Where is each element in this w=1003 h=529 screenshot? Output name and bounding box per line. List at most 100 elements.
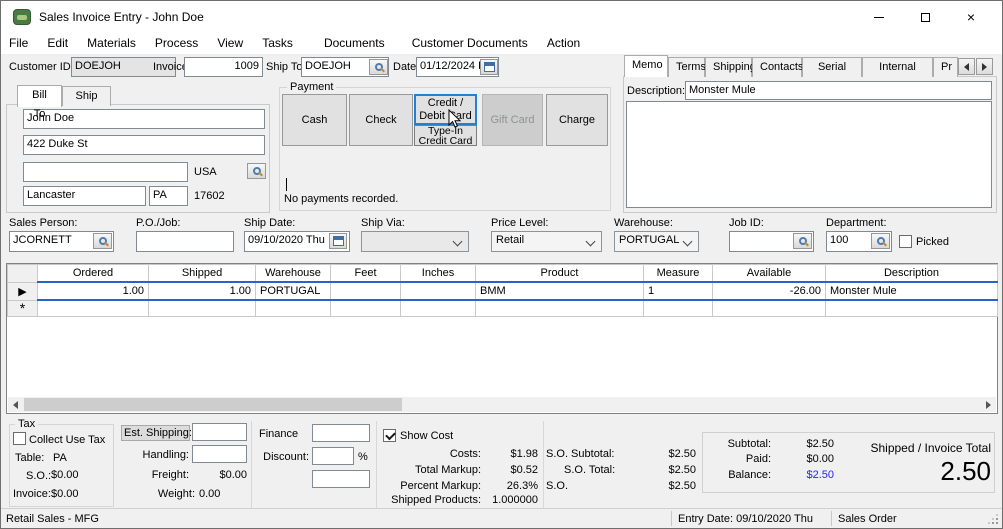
col-header-product[interactable]: Product xyxy=(475,264,644,283)
col-header-ordered[interactable]: Ordered xyxy=(37,264,149,283)
maximize-icon xyxy=(920,12,930,22)
picked-checkbox[interactable] xyxy=(899,235,912,248)
paid-label: Paid: xyxy=(745,453,771,465)
new-cell[interactable] xyxy=(643,299,713,317)
cash-button[interactable]: Cash xyxy=(282,94,347,146)
col-header-available[interactable]: Available xyxy=(712,264,826,283)
ship-to-search-button[interactable] xyxy=(369,59,388,75)
tab-scroll-right-button[interactable] xyxy=(976,58,993,75)
menu-action[interactable]: Action xyxy=(539,33,588,54)
row-selector-arrow[interactable]: ▶ xyxy=(7,281,38,301)
menu-customer-documents[interactable]: Customer Documents xyxy=(404,33,536,54)
tab-ship-to[interactable]: Ship To xyxy=(62,86,111,121)
menu-view[interactable]: View xyxy=(209,33,251,54)
grid-new-row[interactable]: * xyxy=(7,299,998,317)
po-job-field[interactable] xyxy=(136,231,234,252)
col-header-measure[interactable]: Measure xyxy=(643,264,713,283)
menu-tasks[interactable]: Tasks xyxy=(254,33,301,54)
col-header-shipped[interactable]: Shipped xyxy=(148,264,256,283)
cell-measure[interactable]: 1 xyxy=(643,281,713,301)
finance-field[interactable] xyxy=(312,424,370,442)
city-field[interactable]: Lancaster xyxy=(23,186,146,206)
cell-ordered[interactable]: 1.00 xyxy=(37,281,149,301)
new-cell[interactable] xyxy=(37,299,149,317)
handling-field[interactable] xyxy=(192,445,247,463)
finance-extra-field[interactable] xyxy=(312,470,370,488)
maximize-button[interactable] xyxy=(902,1,948,33)
ship-date-calendar-button[interactable] xyxy=(329,233,347,249)
collect-use-tax-checkbox[interactable] xyxy=(13,432,26,445)
gift-card-button[interactable]: Gift Card xyxy=(482,94,543,146)
job-id-search-button[interactable] xyxy=(793,233,812,249)
cell-available[interactable]: -26.00 xyxy=(712,281,826,301)
new-cell[interactable] xyxy=(255,299,331,317)
tab-contacts[interactable]: Contacts xyxy=(752,57,803,77)
new-cell[interactable] xyxy=(825,299,998,317)
price-level-combo[interactable]: Retail xyxy=(491,231,602,252)
bill-to-line3-field[interactable] xyxy=(23,162,188,182)
col-header-description[interactable]: Description xyxy=(825,264,998,283)
bill-to-name-field[interactable]: John Doe xyxy=(23,109,265,129)
new-cell[interactable] xyxy=(330,299,401,317)
scrollbar-thumb[interactable] xyxy=(24,398,402,411)
menu-process[interactable]: Process xyxy=(147,33,206,54)
new-cell[interactable] xyxy=(475,299,644,317)
sales-person-search-button[interactable] xyxy=(93,233,112,249)
bill-to-street-field[interactable]: 422 Duke St xyxy=(23,135,265,155)
scroll-left-button[interactable] xyxy=(8,397,23,412)
state-field[interactable]: PA xyxy=(149,186,188,206)
percent-sign: % xyxy=(358,451,368,463)
ship-via-combo[interactable] xyxy=(361,231,469,252)
tab-internal-notes[interactable]: Internal Notes xyxy=(862,57,933,92)
new-cell[interactable] xyxy=(712,299,826,317)
menu-materials[interactable]: Materials xyxy=(79,33,144,54)
cell-feet[interactable] xyxy=(330,281,401,301)
menu-edit[interactable]: Edit xyxy=(39,33,76,54)
cell-shipped[interactable]: 1.00 xyxy=(148,281,256,301)
col-header-feet[interactable]: Feet xyxy=(330,264,401,283)
type-in-credit-card-button[interactable]: Type-In Credit Card xyxy=(414,125,477,146)
discount-field[interactable] xyxy=(312,447,354,465)
new-cell[interactable] xyxy=(148,299,256,317)
search-icon xyxy=(374,63,383,71)
grid-row-1[interactable]: ▶ 1.00 1.00 PORTUGAL BMM 1 -26.00 Monste… xyxy=(7,281,998,301)
window-title: Sales Invoice Entry - John Doe xyxy=(39,10,204,24)
check-button[interactable]: Check xyxy=(349,94,413,146)
cell-description[interactable]: Monster Mule xyxy=(825,281,998,301)
tab-shipping[interactable]: Shipping xyxy=(705,57,756,77)
est-shipping-label[interactable]: Est. Shipping: xyxy=(121,425,192,441)
tab-serial-no[interactable]: Serial No. xyxy=(802,57,862,92)
tab-scroll-left-button[interactable] xyxy=(958,58,975,75)
col-header-inches[interactable]: Inches xyxy=(400,264,476,283)
status-bar: Retail Sales - MFG Entry Date: 09/10/202… xyxy=(1,508,1002,528)
description-field[interactable]: Monster Mule xyxy=(685,81,992,100)
new-cell[interactable] xyxy=(400,299,476,317)
scroll-right-button[interactable] xyxy=(981,397,996,412)
menu-documents[interactable]: Documents xyxy=(316,33,393,54)
invoice-field[interactable]: 1009 xyxy=(184,57,263,77)
resize-grip[interactable] xyxy=(996,522,998,524)
est-shipping-field[interactable] xyxy=(192,423,247,441)
warehouse-combo[interactable]: PORTUGAL xyxy=(614,231,699,252)
date-calendar-button[interactable] xyxy=(480,59,498,75)
show-cost-checkbox[interactable] xyxy=(383,429,396,442)
department-label: Department: xyxy=(826,217,887,229)
tab-prices-truncated[interactable]: Pr xyxy=(933,57,958,77)
tab-bill-to[interactable]: Bill To xyxy=(17,85,62,120)
memo-textarea[interactable] xyxy=(626,101,992,208)
grid-horizontal-scrollbar[interactable] xyxy=(8,397,996,412)
cell-warehouse[interactable]: PORTUGAL xyxy=(255,281,331,301)
credit-debit-card-button[interactable]: Credit / Debit Card xyxy=(414,94,477,125)
address-search-button[interactable] xyxy=(247,163,266,179)
cell-product[interactable]: BMM xyxy=(475,281,644,301)
charge-button[interactable]: Charge xyxy=(546,94,608,146)
tab-memo[interactable]: Memo xyxy=(624,55,668,77)
tab-terms[interactable]: Terms xyxy=(668,57,706,77)
minimize-button[interactable] xyxy=(856,1,902,33)
close-button[interactable]: × xyxy=(948,1,994,33)
status-entry-date: Entry Date: 09/10/2020 Thu xyxy=(678,513,813,525)
menu-file[interactable]: File xyxy=(1,33,36,54)
cell-inches[interactable] xyxy=(400,281,476,301)
col-header-warehouse[interactable]: Warehouse xyxy=(255,264,331,283)
department-search-button[interactable] xyxy=(871,233,890,249)
